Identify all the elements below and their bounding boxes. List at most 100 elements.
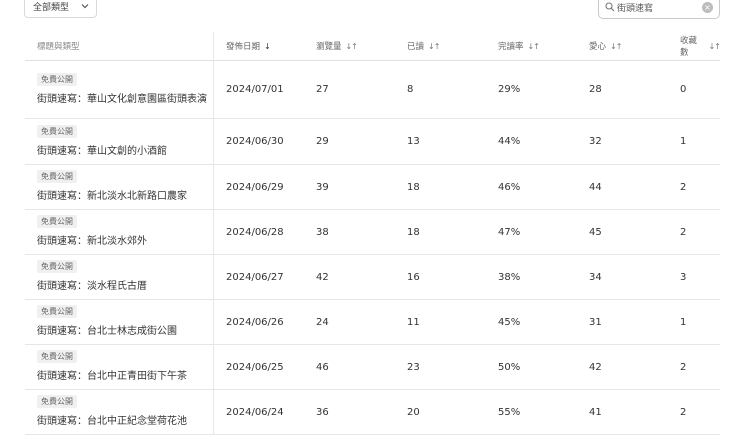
- post-read-rate: 38%: [498, 271, 521, 283]
- header-date-label: 發佈日期: [226, 42, 261, 52]
- post-read: 8: [407, 84, 414, 95]
- post-read-rate: 44%: [498, 136, 521, 147]
- table-row[interactable]: 免費公開 街頭速寫：華山文化創意園區街頭表演 2024/07/01 27 8 2…: [25, 61, 720, 119]
- table-row[interactable]: 免費公開 街頭速寫：台北中正青田街下午茶 2024/06/25 46 23 50…: [25, 345, 720, 390]
- post-views: 46: [316, 361, 329, 373]
- type-filter-label: 全部類型: [33, 2, 70, 13]
- post-hearts: 32: [589, 136, 602, 147]
- post-views: 42: [316, 271, 329, 283]
- sort-icon: ↓↑: [708, 41, 721, 51]
- free-public-badge: 免費公開: [37, 305, 77, 318]
- post-read: 16: [407, 271, 420, 283]
- table-header: 標題與類型 發佈日期 ↓ 瀏覽量 ↓↑ 已讀 ↓↑ 完讀率 ↓↑ 愛心 ↓↑ 收…: [25, 32, 721, 61]
- post-views: 39: [316, 181, 329, 193]
- toolbar: 全部類型 ×: [0, 0, 740, 24]
- post-title[interactable]: 街頭速寫：台北士林志成街公園: [37, 324, 207, 339]
- post-title-cell[interactable]: 免費公開 街頭速寫：新北淡水北新路口農家: [37, 165, 213, 209]
- column-divider: [213, 61, 214, 118]
- post-title-cell[interactable]: 免費公開 街頭速寫：新北淡水郊外: [37, 210, 213, 254]
- post-views: 36: [316, 406, 329, 418]
- post-read-rate: 46%: [498, 181, 521, 193]
- column-divider: [213, 119, 214, 164]
- post-title-cell[interactable]: 免費公開 街頭速寫：台北中正紀念堂荷花池: [37, 390, 213, 434]
- type-filter-dropdown[interactable]: 全部類型: [24, 0, 97, 18]
- post-title-cell[interactable]: 免費公開 街頭速寫：華山文創的小酒館: [37, 119, 213, 164]
- free-public-badge: 免費公開: [37, 260, 77, 273]
- post-title-cell[interactable]: 免費公開 街頭速寫：華山文化創意園區街頭表演: [37, 61, 213, 118]
- post-read: 20: [407, 406, 420, 418]
- post-read-rate: 45%: [498, 316, 521, 328]
- table-row[interactable]: 免費公開 街頭速寫：華山文創的小酒館 2024/06/30 29 13 44% …: [25, 119, 720, 165]
- post-hearts: 31: [589, 316, 602, 328]
- free-public-badge: 免費公開: [37, 124, 77, 138]
- post-title-cell[interactable]: 免費公開 街頭速寫：台北中正青田街下午茶: [37, 345, 213, 389]
- header-fav-label: 收藏數: [680, 36, 698, 58]
- header-title: 標題與類型: [37, 32, 213, 60]
- header-heart-sort[interactable]: 愛心 ↓↑: [589, 32, 622, 60]
- post-date: 2024/06/25: [226, 361, 284, 373]
- header-fav-sort[interactable]: 收藏數 ↓↑: [680, 32, 721, 60]
- header-date-sort[interactable]: 發佈日期 ↓: [226, 32, 271, 60]
- post-title[interactable]: 街頭速寫：華山文化創意園區街頭表演: [37, 92, 207, 107]
- post-hearts: 45: [589, 226, 602, 238]
- chevron-down-icon: [81, 2, 89, 11]
- post-title[interactable]: 街頭速寫：淡水程氏古厝: [37, 279, 207, 294]
- post-date: 2024/07/01: [226, 84, 284, 95]
- post-title-cell[interactable]: 免費公開 街頭速寫：台北士林志成街公園: [37, 300, 213, 344]
- post-views: 27: [316, 84, 329, 95]
- sort-descending-icon: ↓: [264, 41, 271, 51]
- search-box[interactable]: ×: [598, 0, 720, 19]
- post-favorites: 2: [680, 226, 687, 238]
- post-views: 24: [316, 316, 329, 328]
- sort-icon: ↓↑: [345, 41, 358, 51]
- post-read: 18: [407, 181, 420, 193]
- column-divider: [213, 210, 214, 254]
- table-row[interactable]: 免費公開 街頭速寫：淡水程氏古厝 2024/06/27 42 16 38% 34…: [25, 255, 720, 300]
- post-favorites: 2: [680, 361, 687, 373]
- sort-icon: ↓↑: [428, 41, 440, 51]
- header-title-label: 標題與類型: [37, 42, 80, 52]
- column-divider: [213, 255, 214, 299]
- table-row[interactable]: 免費公開 街頭速寫：新北淡水郊外 2024/06/28 38 18 47% 45…: [25, 210, 720, 255]
- post-title[interactable]: 街頭速寫：新北淡水郊外: [37, 234, 207, 249]
- search-input[interactable]: [617, 0, 697, 15]
- post-favorites: 1: [680, 136, 687, 147]
- post-title[interactable]: 街頭速寫：台北中正紀念堂荷花池: [37, 414, 207, 429]
- post-title[interactable]: 街頭速寫：新北淡水北新路口農家: [37, 189, 207, 204]
- table-row[interactable]: 免費公開 街頭速寫：新北淡水北新路口農家 2024/06/29 39 18 46…: [25, 165, 720, 210]
- post-hearts: 44: [589, 181, 602, 193]
- post-date: 2024/06/29: [226, 181, 284, 193]
- column-divider: [213, 165, 214, 209]
- column-divider: [213, 32, 214, 60]
- post-date: 2024/06/27: [226, 271, 284, 283]
- post-read: 23: [407, 361, 420, 373]
- header-read-label: 已讀: [407, 42, 425, 52]
- post-title[interactable]: 街頭速寫：華山文創的小酒館: [37, 144, 207, 159]
- post-date: 2024/06/24: [226, 406, 284, 418]
- column-divider: [213, 390, 214, 434]
- header-views-sort[interactable]: 瀏覽量 ↓↑: [316, 32, 358, 60]
- header-read-sort[interactable]: 已讀 ↓↑: [407, 32, 440, 60]
- clear-search-icon[interactable]: ×: [702, 2, 713, 13]
- post-read: 18: [407, 226, 420, 238]
- sort-icon: ↓↑: [527, 41, 540, 51]
- header-views-label: 瀏覽量: [316, 42, 342, 52]
- post-title-cell[interactable]: 免費公開 街頭速寫：淡水程氏古厝: [37, 255, 213, 299]
- free-public-badge: 免費公開: [37, 170, 77, 183]
- header-rate-sort[interactable]: 完讀率 ↓↑: [498, 32, 540, 60]
- post-views: 29: [316, 136, 329, 147]
- free-public-badge: 免費公開: [37, 350, 77, 363]
- post-hearts: 34: [589, 271, 602, 283]
- post-hearts: 41: [589, 406, 602, 418]
- column-divider: [213, 345, 214, 389]
- search-icon: [605, 2, 615, 12]
- post-title[interactable]: 街頭速寫：台北中正青田街下午茶: [37, 369, 207, 384]
- post-read-rate: 29%: [498, 84, 521, 95]
- post-favorites: 1: [680, 316, 687, 328]
- table-row[interactable]: 免費公開 街頭速寫：台北中正紀念堂荷花池 2024/06/24 36 20 55…: [25, 390, 720, 435]
- post-views: 38: [316, 226, 329, 238]
- header-heart-label: 愛心: [589, 42, 607, 52]
- post-favorites: 2: [680, 181, 687, 193]
- sort-icon: ↓↑: [610, 41, 622, 51]
- table-row[interactable]: 免費公開 街頭速寫：台北士林志成街公園 2024/06/26 24 11 45%…: [25, 300, 720, 345]
